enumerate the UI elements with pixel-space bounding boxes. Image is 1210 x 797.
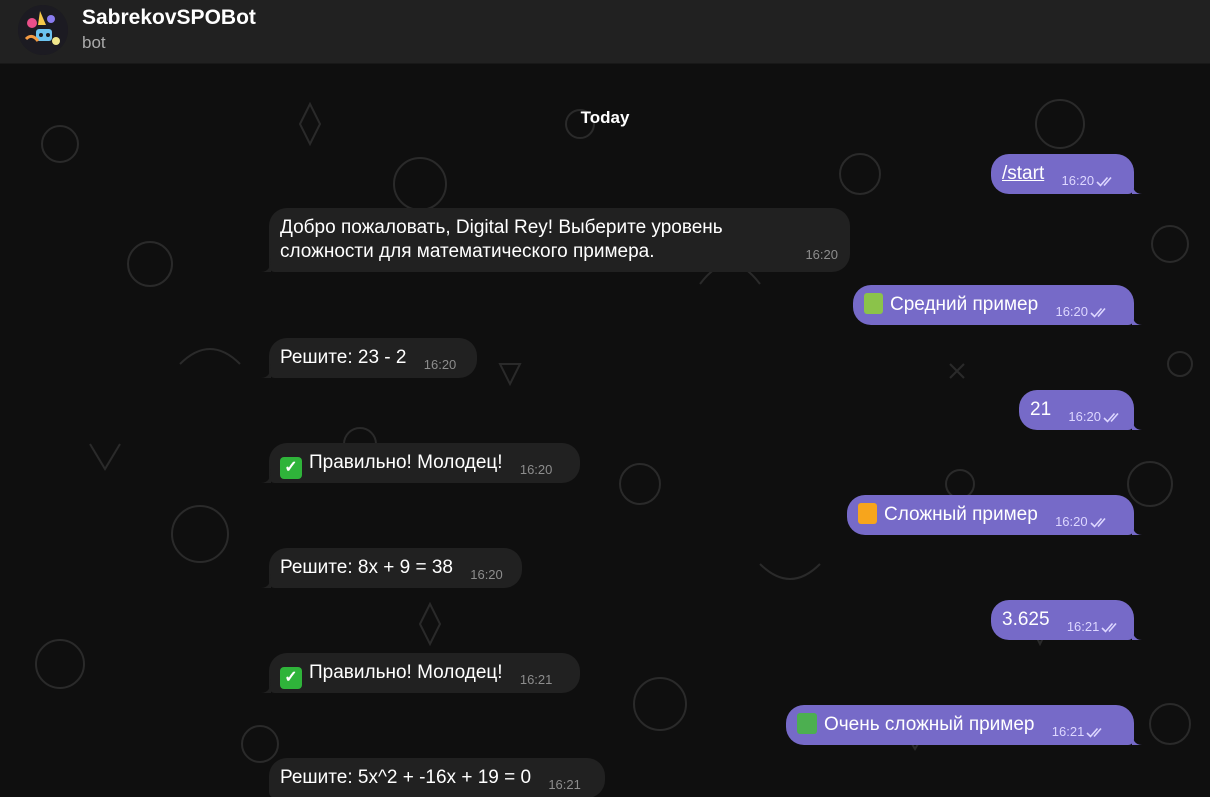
bubble-tail [261,364,271,378]
check-mark-icon: ✓ [280,667,302,689]
space-robot-avatar-icon[interactable] [18,5,68,55]
message-text: Сложный пример [884,504,1038,525]
incoming-message[interactable]: ✓ Правильно! Молодец! 16:21 [261,653,580,693]
incoming-message[interactable]: Решите: 8x + 9 = 38 16:20 [261,548,522,588]
outgoing-message[interactable]: Средний пример 16:20 [853,285,1142,325]
message-text: Решите: 23 - 2 [280,347,407,368]
message-time: 16:20 [519,462,553,477]
double-check-icon [1086,727,1102,738]
start-command-link[interactable]: /start [1002,163,1044,184]
message-text: Правильно! Молодец! [309,662,503,683]
message-text: 21 [1030,399,1052,420]
bubble-tail [1132,180,1142,194]
outgoing-message[interactable]: 21 16:20 [1019,390,1142,430]
bubble-tail [261,679,271,693]
bubble-tail [1132,521,1142,535]
message-time: 16:20 [470,567,503,582]
message-time: 16:20 [1062,169,1117,193]
orange-book-icon [858,503,877,524]
message-text: Решите: 8x + 9 = 38 [280,557,453,578]
message-time: 16:21 [1052,720,1107,744]
message-time: 16:21 [1067,615,1122,639]
bubble-tail [261,574,271,588]
message-text: Средний пример [890,294,1039,315]
double-check-icon [1090,307,1106,318]
outgoing-message[interactable]: 3.625 16:21 [991,600,1142,640]
bubble-tail [1132,311,1142,325]
message-text: Правильно! Молодец! [309,452,503,473]
message-list[interactable]: Today /start 16:20 Добро пожаловать, Dig… [0,64,1210,797]
message-text: 3.625 [1002,609,1050,630]
incoming-message[interactable]: Решите: 5x^2 + -16x + 19 = 0 16:21 [269,758,605,797]
bubble-tail [1132,416,1142,430]
double-check-icon [1090,517,1106,528]
bot-status: bot [82,33,106,52]
incoming-message[interactable]: ✓ Правильно! Молодец! 16:20 [261,443,580,483]
message-time: 16:20 [1055,300,1110,324]
books-icon [797,713,817,734]
check-mark-icon: ✓ [280,457,302,479]
bubble-tail [261,258,271,272]
message-time: 16:20 [423,357,457,372]
message-time: 16:20 [1055,510,1110,534]
double-check-icon [1101,622,1117,633]
date-separator: Today [580,108,630,127]
bot-name[interactable]: SabrekovSPOBot [82,6,256,30]
bubble-tail [1132,731,1142,745]
message-text-line: Добро пожаловать, Digital Rey! Выберите … [280,217,723,238]
message-time: 16:20 [805,247,838,262]
outgoing-message[interactable]: Очень сложный пример 16:21 [786,705,1142,745]
incoming-message[interactable]: Добро пожаловать, Digital Rey! Выберите … [261,208,850,272]
bubble-tail [1132,626,1142,640]
green-book-icon [864,293,883,314]
message-time: 16:21 [519,672,553,687]
message-time: 16:21 [548,777,581,792]
incoming-message[interactable]: Решите: 23 - 2 16:20 [261,338,477,378]
double-check-icon [1103,412,1119,423]
bubble-tail [261,469,271,483]
message-text: Очень сложный пример [824,714,1035,735]
message-time: 16:20 [1068,405,1123,429]
outgoing-message[interactable]: /start 16:20 [991,154,1142,194]
message-text: Решите: 5x^2 + -16x + 19 = 0 [280,767,532,788]
outgoing-message[interactable]: Сложный пример 16:20 [847,495,1142,535]
message-text-line: сложности для математического примера. [280,241,655,262]
chat-header[interactable]: SabrekovSPOBot bot [0,0,1210,64]
double-check-icon [1096,176,1112,187]
